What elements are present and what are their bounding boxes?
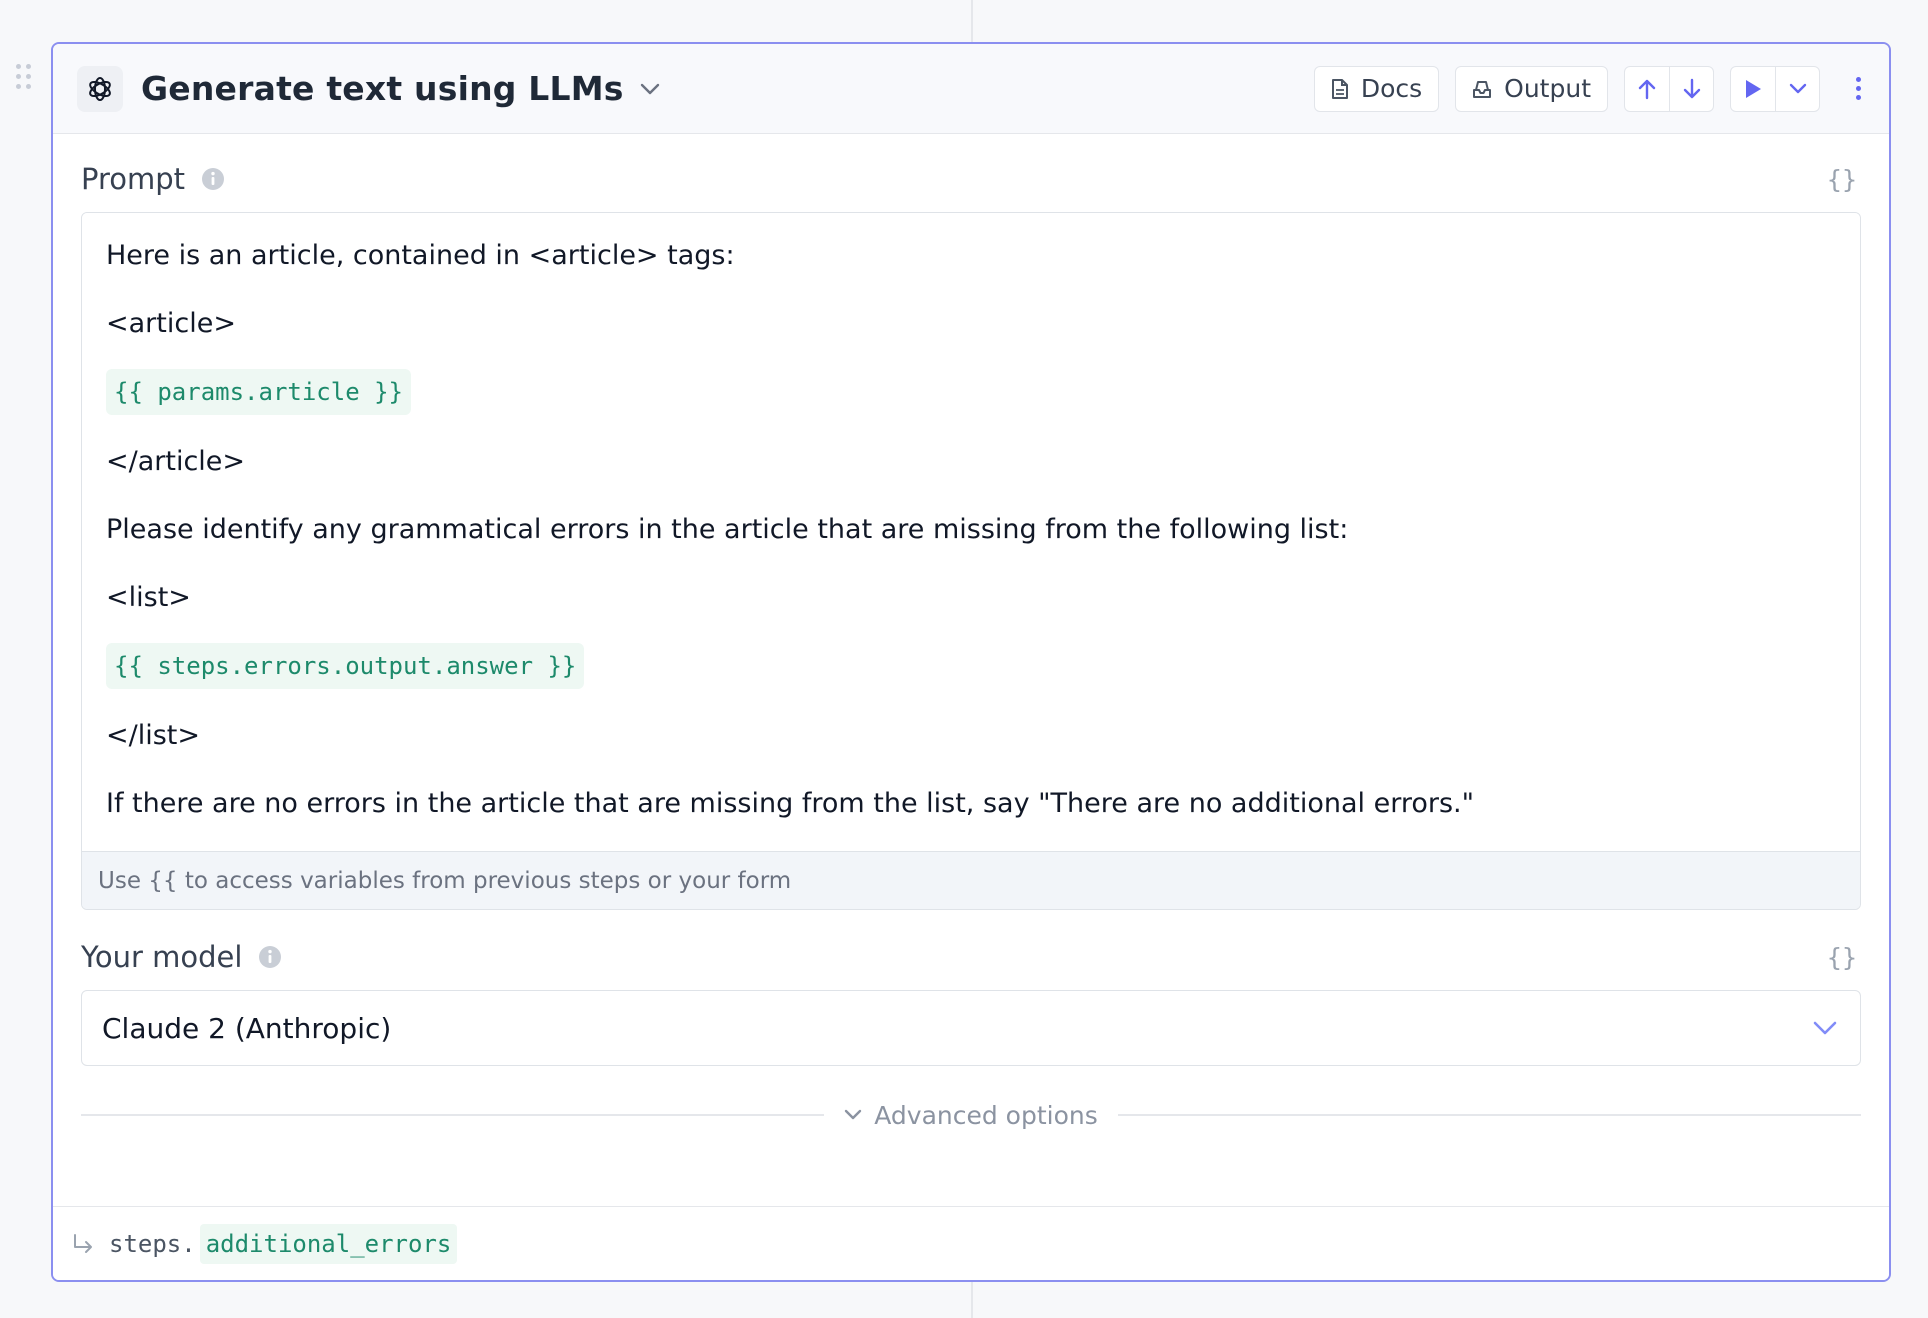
- prompt-code-toggle[interactable]: {}: [1827, 165, 1857, 194]
- run-options-button[interactable]: [1775, 66, 1819, 111]
- model-label-row: Your model {}: [81, 938, 1861, 976]
- chevron-down-icon: [845, 1109, 862, 1120]
- more-options-icon[interactable]: [1850, 73, 1867, 104]
- document-icon: [1331, 78, 1348, 99]
- divider-line: [81, 1114, 825, 1116]
- step-output-footer: steps. additional_errors: [53, 1206, 1889, 1280]
- prompt-label: Prompt: [81, 162, 186, 196]
- prompt-hint: Use {{ to access variables from previous…: [82, 851, 1860, 909]
- chevron-down-icon: [1813, 1021, 1837, 1035]
- step-output-prefix: steps.: [109, 1229, 196, 1258]
- advanced-options-label: Advanced options: [874, 1100, 1098, 1130]
- prompt-line: Please identify any grammatical errors i…: [106, 514, 1349, 545]
- play-icon: [1746, 79, 1761, 98]
- advanced-options-divider: Advanced options: [81, 1090, 1862, 1140]
- title-chevron-down-icon[interactable]: [640, 82, 660, 96]
- output-icon: [1473, 80, 1492, 98]
- advanced-options-toggle[interactable]: Advanced options: [824, 1101, 1118, 1130]
- arrow-down-icon: [1683, 78, 1700, 98]
- drag-handle-icon[interactable]: [16, 64, 34, 90]
- prompt-line: <list>: [106, 582, 191, 613]
- model-code-toggle[interactable]: {}: [1827, 943, 1857, 972]
- prompt-editor[interactable]: Here is an article, contained in <articl…: [82, 213, 1860, 851]
- step-card: Generate text using LLMs Docs Output Pro…: [51, 42, 1891, 1282]
- move-down-button[interactable]: [1669, 66, 1713, 111]
- prompt-label-row: Prompt {}: [81, 160, 1861, 198]
- flow-connector-top: [971, 0, 973, 42]
- prompt-line: Here is an article, contained in <articl…: [106, 240, 735, 271]
- prompt-line: <article>: [106, 308, 236, 339]
- prompt-line: </list>: [106, 720, 200, 751]
- chevron-down-icon: [1789, 83, 1806, 93]
- info-icon[interactable]: [201, 167, 225, 191]
- divider-line: [1117, 1114, 1862, 1116]
- step-name-field[interactable]: additional_errors: [199, 1223, 458, 1264]
- info-icon[interactable]: [258, 945, 282, 969]
- step-body: Prompt {} Here is an article, contained …: [53, 160, 1889, 1140]
- step-header: Generate text using LLMs Docs Output: [53, 44, 1889, 134]
- docs-button-label: Docs: [1360, 74, 1423, 103]
- model-select-value: Claude 2 (Anthropic): [102, 1011, 392, 1045]
- output-button-label: Output: [1504, 74, 1591, 103]
- arrow-up-icon: [1638, 79, 1656, 99]
- prompt-line: </article>: [106, 446, 246, 477]
- move-up-button[interactable]: [1625, 67, 1669, 111]
- flow-connector-bottom: [971, 1282, 973, 1318]
- prompt-variable-line: {{ steps.errors.output.answer }}: [106, 643, 1836, 689]
- model-label: Your model: [81, 940, 243, 974]
- variable-chip[interactable]: {{ params.article }}: [106, 369, 411, 415]
- prompt-variable-line: {{ params.article }}: [106, 369, 1836, 415]
- prompt-editor-box: Here is an article, contained in <articl…: [81, 212, 1861, 910]
- run-button-group: [1730, 65, 1820, 112]
- prompt-line: If there are no errors in the article th…: [106, 788, 1475, 819]
- return-arrow-icon: [71, 1233, 95, 1255]
- step-title[interactable]: Generate text using LLMs: [141, 69, 624, 108]
- run-step-button[interactable]: [1731, 67, 1775, 111]
- docs-button[interactable]: Docs: [1313, 65, 1440, 112]
- openai-logo-icon: [77, 65, 123, 112]
- move-button-group: [1624, 65, 1714, 112]
- output-button[interactable]: Output: [1455, 65, 1608, 112]
- model-select[interactable]: Claude 2 (Anthropic): [81, 990, 1861, 1066]
- variable-chip[interactable]: {{ steps.errors.output.answer }}: [106, 643, 585, 689]
